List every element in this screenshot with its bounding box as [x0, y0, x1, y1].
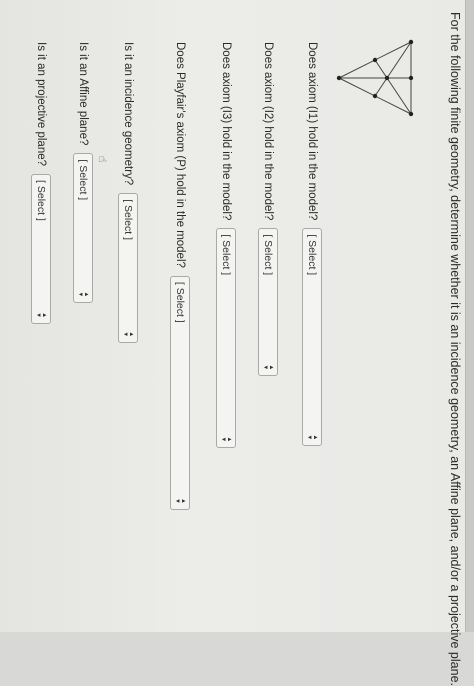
select-arrows-icon: ▲ ▼	[35, 312, 47, 319]
select-value: [ Select ]	[174, 281, 186, 323]
question-row-incidence: Is it an incidence geometry? [ Select ] …	[116, 42, 140, 344]
select-i2[interactable]: [ Select ] ▲ ▼	[258, 228, 278, 377]
select-projective[interactable]: [ Select ] ▲ ▼	[31, 174, 51, 325]
question-row-affine: Is it an Affine plane? [ Select ] ▲ ▼	[71, 42, 95, 304]
select-incidence[interactable]: [ Select ] ▲ ▼	[118, 193, 138, 344]
question-text: Does axiom (I1) hold in the model?	[306, 42, 318, 221]
top-bar	[465, 0, 474, 632]
question-text: Is it an incidence geometry?	[122, 42, 134, 186]
question-text: Does axiom (I2) hold in the model?	[262, 42, 274, 221]
select-value: [ Select ]	[77, 159, 89, 201]
select-value: [ Select ]	[122, 199, 134, 241]
select-affine[interactable]: [ Select ] ▲ ▼	[73, 153, 93, 304]
select-value: [ Select ]	[35, 180, 47, 221]
select-arrows-icon: ▲ ▼	[122, 331, 134, 338]
select-arrows-icon: ▲ ▼	[77, 291, 89, 298]
select-value: [ Select ]	[306, 234, 318, 276]
select-value: [ Select ]	[220, 234, 232, 276]
select-i3[interactable]: [ Select ] ▲ ▼	[216, 228, 236, 449]
question-row-i3: Does axiom (I3) hold in the model? [ Sel…	[214, 42, 238, 449]
question-text: Is it an projective plane?	[35, 42, 47, 167]
quiz-stage: For the following finite geometry, deter…	[0, 0, 474, 686]
question-row-playfair: Does Playfair's axiom (P) hold in the mo…	[168, 42, 192, 510]
cursor-hand-icon: ☝	[96, 156, 108, 163]
question-prompt: For the following finite geometry, deter…	[448, 12, 462, 686]
select-arrows-icon: ▲ ▼	[306, 434, 318, 441]
select-playfair[interactable]: [ Select ] ▲ ▼	[170, 275, 190, 510]
select-arrows-icon: ▲ ▼	[262, 364, 274, 371]
question-text: Does Playfair's axiom (P) hold in the mo…	[174, 42, 186, 268]
geometry-figure	[336, 39, 414, 117]
question-row-i2: Does axiom (I2) hold in the model? [ Sel…	[256, 42, 280, 377]
question-row-i1: Does axiom (I1) hold in the model? [ Sel…	[300, 42, 324, 447]
select-arrows-icon: ▲ ▼	[174, 497, 186, 504]
question-row-projective: Is it an projective plane? [ Select ] ▲ ▼	[29, 42, 53, 325]
select-arrows-icon: ▲ ▼	[220, 436, 232, 443]
question-text: Does axiom (I3) hold in the model?	[220, 42, 232, 221]
question-text: Is it an Affine plane?	[77, 42, 89, 146]
select-value: [ Select ]	[262, 234, 274, 276]
select-i1[interactable]: [ Select ] ▲ ▼	[302, 228, 322, 447]
